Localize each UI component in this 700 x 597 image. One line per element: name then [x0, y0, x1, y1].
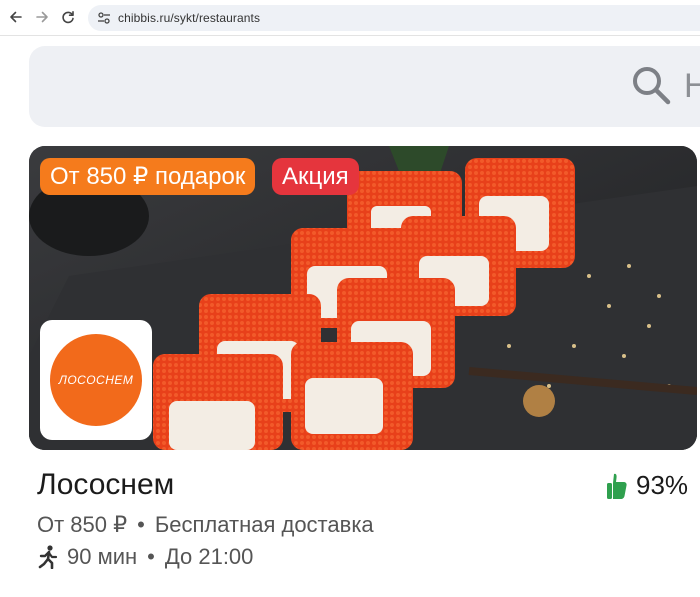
forward-arrow-icon [36, 11, 48, 23]
address-bar[interactable]: chibbis.ru/sykt/restaurants [88, 5, 700, 31]
restaurant-name[interactable]: Лососнем [37, 468, 174, 502]
logo-text: ЛОСОСНЕМ [58, 373, 134, 387]
reload-button[interactable] [57, 6, 79, 28]
rating: 93% [606, 470, 688, 501]
forward-button[interactable] [31, 6, 53, 28]
search-icon[interactable] [631, 65, 671, 105]
rating-value: 93% [636, 470, 689, 500]
walking-person-icon [38, 545, 58, 569]
promo-badge: Акция [272, 158, 359, 195]
open-hours: До 21:00 [164, 544, 254, 569]
restaurant-banner[interactable]: От 850 ₽ подарок Акция ЛОСОСНЕМ [29, 146, 697, 450]
back-button[interactable] [5, 6, 27, 28]
delivery-info: От 850 ₽ • Бесплатная доставка [37, 512, 374, 538]
url-text[interactable]: chibbis.ru/sykt/restaurants [118, 11, 260, 25]
logo-circle: ЛОСОСНЕМ [50, 334, 142, 426]
delivery-time: 90 мин [67, 544, 138, 569]
browser-toolbar: chibbis.ru/sykt/restaurants [0, 0, 700, 36]
restaurant-logo: ЛОСОСНЕМ [40, 320, 152, 440]
back-arrow-icon [10, 11, 22, 23]
min-order: От 850 ₽ [37, 512, 128, 537]
time-info: 90 мин • До 21:00 [37, 544, 253, 570]
search-placeholder: Н [684, 67, 700, 105]
reload-icon [62, 11, 74, 24]
separator-dot: • [137, 512, 145, 537]
gift-badge: От 850 ₽ подарок [40, 158, 256, 195]
search-bar[interactable]: Н [29, 46, 700, 127]
thumbs-up-icon [607, 473, 627, 499]
separator-dot: • [147, 544, 155, 569]
delivery-cost: Бесплатная доставка [154, 512, 374, 537]
site-settings-icon[interactable] [96, 10, 112, 26]
